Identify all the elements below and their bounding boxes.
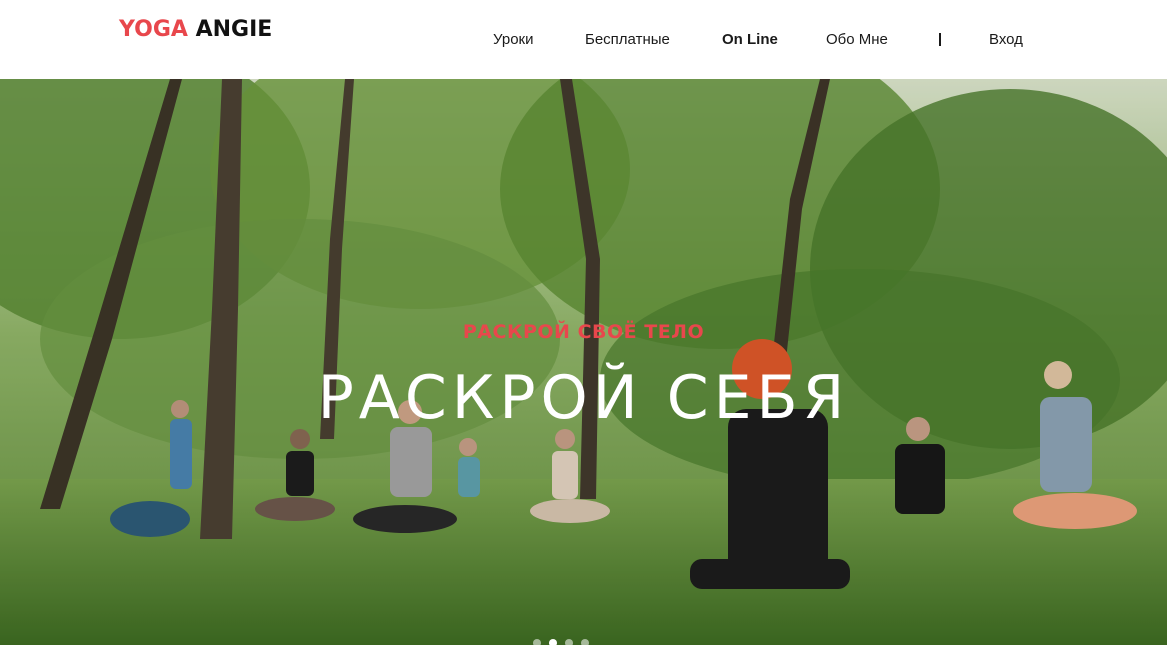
hero-kicker: РАСКРОЙ СВОЁ ТЕЛО <box>462 321 705 343</box>
slider-dots <box>533 639 633 645</box>
page: YOGA ANGIE Уроки Бесплатные On Line Обо … <box>0 0 1167 645</box>
slide-dot-1[interactable] <box>533 639 541 645</box>
slide-dot-4[interactable] <box>581 639 589 645</box>
nav-item-online[interactable]: On Line <box>722 30 778 50</box>
hero-image <box>0 79 1167 645</box>
nav-item-about[interactable]: Обо Мне <box>826 30 888 50</box>
logo-angie: ANGIE <box>195 17 273 42</box>
nav-item-lessons[interactable]: Уроки <box>493 30 533 50</box>
nav-item-login[interactable]: Вход <box>989 30 1023 50</box>
logo-yoga: YOGA <box>119 17 188 42</box>
hero-title: РАСКРОЙ СЕБЯ <box>317 363 850 433</box>
hero-banner: РАСКРОЙ СВОЁ ТЕЛО РАСКРОЙ СЕБЯ <box>0 79 1167 645</box>
slide-dot-2[interactable] <box>549 639 557 645</box>
nav-item-free[interactable]: Бесплатные <box>585 30 670 50</box>
nav-divider <box>939 33 941 46</box>
site-logo[interactable]: YOGA ANGIE <box>119 17 272 42</box>
site-header: YOGA ANGIE Уроки Бесплатные On Line Обо … <box>0 0 1167 79</box>
slide-dot-3[interactable] <box>565 639 573 645</box>
